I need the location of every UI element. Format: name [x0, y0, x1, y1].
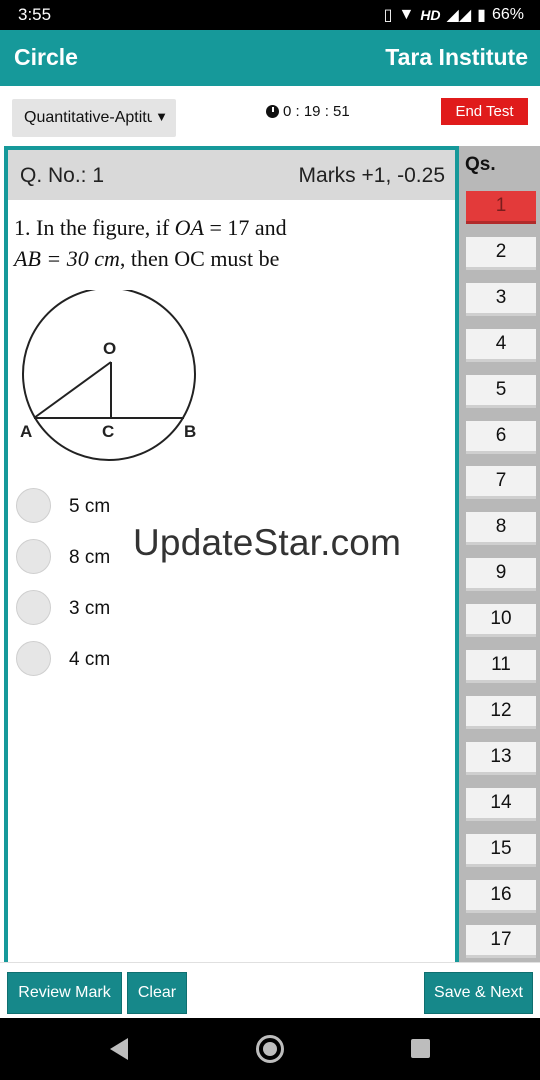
question-list-panel: Qs. 1 2 3 4 5 6 7 8 9 10 11 12 13 14 15 16 17	[459, 146, 540, 962]
question-nav-item-15[interactable]: 15	[466, 833, 536, 867]
option-2-radio[interactable]	[16, 539, 51, 574]
label-b: B	[184, 422, 196, 441]
app-bar: Circle Tara Institute	[0, 30, 540, 86]
question-nav-item-11[interactable]: 11	[466, 650, 536, 683]
battery-icon: ▮	[477, 7, 486, 24]
math-ab: AB = 30 cm	[14, 246, 120, 271]
watermark-text: UpdateStar.com	[133, 522, 402, 563]
app-root: 3:55 ▯ ▼ HD ◢◢ ▮ 66% Circle Tara Institu…	[0, 0, 540, 1080]
recent-apps-icon[interactable]	[411, 1039, 430, 1058]
status-bar: 3:55 ▯ ▼ HD ◢◢ ▮ 66%	[0, 0, 540, 30]
dropdown-arrow-icon: ▼	[155, 109, 168, 124]
subject-dropdown[interactable]: Quantitative-Aptitude ▼	[12, 99, 176, 137]
math-oa: OA	[174, 215, 204, 240]
question-nav-item-16[interactable]: 16	[466, 879, 536, 913]
bottom-action-bar: Review Mark Clear Save & Next	[0, 962, 540, 1018]
battery-level: 66%	[491, 6, 524, 23]
question-number: Q. No.: 1	[20, 164, 105, 187]
option-2-label: 8 cm	[69, 547, 111, 568]
save-next-button[interactable]: Save & Next	[424, 972, 533, 1014]
option-4[interactable]: 4 cm	[16, 641, 316, 679]
label-c: C	[102, 422, 114, 441]
math-eq: = 17	[204, 215, 250, 240]
question-nav-item-8[interactable]: 8	[466, 512, 536, 546]
home-icon[interactable]	[256, 1035, 284, 1063]
question-nav-item-3[interactable]: 3	[466, 282, 536, 316]
status-icons: ▯ ▼ HD ◢◢ ▮ 66%	[384, 5, 524, 25]
test-timer: 0 : 19 : 51	[266, 103, 350, 120]
question-nav-item-7[interactable]: 7	[466, 466, 536, 500]
question-nav-item-17[interactable]: 17	[466, 925, 536, 959]
end-test-button[interactable]: End Test	[441, 98, 528, 125]
question-text-line1: 1. In the figure, if OA = 17 and	[14, 215, 287, 240]
question-nav-item-6[interactable]: 6	[466, 420, 536, 454]
question-nav-item-14[interactable]: 14	[466, 787, 536, 821]
question-nav-item-10[interactable]: 10	[466, 604, 536, 638]
question-nav-item-1[interactable]: 1	[466, 191, 536, 224]
network-type: HD	[420, 7, 441, 23]
question-nav-item-12[interactable]: 12	[466, 695, 536, 729]
question-list-title: Qs.	[465, 154, 496, 175]
question-header: Q. No.: 1 Marks +1, -0.25	[8, 150, 455, 200]
wifi-icon: ▼	[398, 6, 415, 23]
option-4-radio[interactable]	[16, 641, 51, 676]
question-nav-item-13[interactable]: 13	[466, 741, 536, 775]
question-nav-item-4[interactable]: 4	[466, 328, 536, 362]
option-1-label: 5 cm	[69, 496, 111, 517]
option-1[interactable]: 5 cm	[16, 488, 316, 526]
subject-dropdown-value: Quantitative-Aptitude	[24, 109, 152, 126]
question-text-line2: AB = 30 cm, then OC must be	[14, 246, 280, 271]
question-nav-item-9[interactable]: 9	[466, 558, 536, 592]
segment-oa	[33, 361, 112, 419]
review-mark-button[interactable]: Review Mark	[7, 972, 122, 1014]
vibrate-icon: ▯	[383, 7, 393, 24]
option-3[interactable]: 3 cm	[16, 590, 316, 628]
label-o: O	[103, 339, 116, 358]
status-time: 3:55	[18, 5, 52, 24]
question-nav-item-5[interactable]: 5	[466, 374, 536, 408]
system-nav-bar	[0, 1018, 540, 1080]
option-4-label: 4 cm	[69, 649, 111, 670]
circle-figure: O A C B	[20, 290, 196, 461]
label-a: A	[20, 422, 32, 441]
question-nav-item-2[interactable]: 2	[466, 236, 536, 270]
question-text: 1. In the figure, if OA = 17 and AB = 30…	[14, 212, 444, 274]
question-marks: Marks +1, -0.25	[298, 164, 445, 187]
timer-value: 0 : 19 : 51	[283, 103, 350, 120]
option-3-radio[interactable]	[16, 590, 51, 625]
clock-icon	[266, 105, 279, 118]
clear-button[interactable]: Clear	[127, 972, 187, 1014]
option-3-label: 3 cm	[69, 598, 111, 619]
option-1-radio[interactable]	[16, 488, 51, 523]
back-icon[interactable]	[110, 1038, 128, 1060]
institute-name: Tara Institute	[385, 44, 528, 70]
app-title: Circle	[14, 44, 78, 70]
signal-icon: ◢◢	[446, 7, 472, 24]
